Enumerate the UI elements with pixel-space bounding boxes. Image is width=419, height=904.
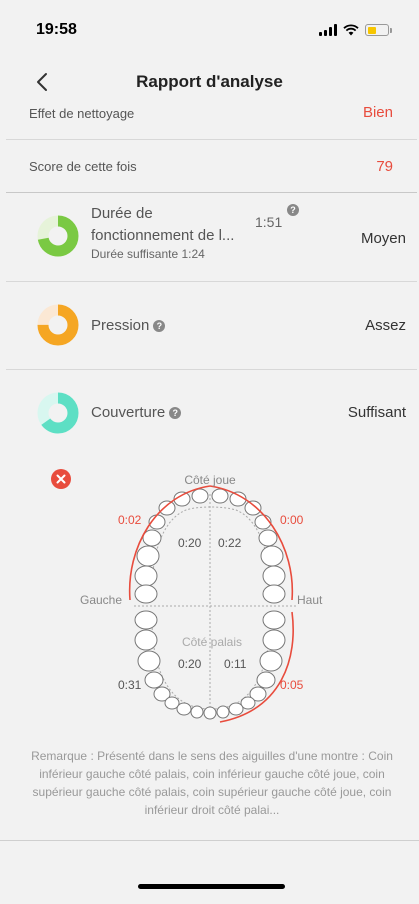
signal-icon [319,24,337,36]
diagram-label-right: Haut [297,593,323,607]
time-inner-top-left: 0:20 [178,536,202,550]
coverage-label-text: Couverture [91,404,166,421]
diagram-label-left: Gauche [80,593,122,607]
status-time: 19:58 [36,21,77,38]
cleaning-effect-row: Effet de nettoyage Bien [6,104,417,140]
page-title: Rapport d'analyse [136,72,283,91]
time-inner-top-right: 0:22 [218,536,242,550]
duration-time: 1:51 [255,214,283,230]
time-inner-bottom-left: 0:20 [178,657,202,671]
diagram-label-top: Côté joue [184,473,236,487]
time-outer-top-left: 0:02 [118,513,142,527]
coverage-help-icon[interactable]: ? [169,407,182,420]
score-value: 79 [376,157,393,175]
pressure-label-text: Pression [91,317,150,334]
chevron-left-icon [37,73,47,91]
duration-help-icon[interactable]: ? [287,204,299,216]
wifi-icon [343,24,359,36]
coverage-value: Suffisant [347,404,406,421]
teeth-diagram-panel: Côté joue Gauche Haut Côté palais 0:02 0… [6,458,417,840]
diagram-label-center: Côté palais [182,635,242,649]
coverage-label: Couverture? [91,404,182,421]
pressure-label: Pression? [91,317,166,334]
remark-text: Remarque : Présenté dans le sens des aig… [31,749,393,817]
home-indicator [138,884,285,889]
duration-label: Durée de fonctionnement de l... [91,205,235,244]
back-button[interactable] [28,68,56,96]
battery-icon [365,24,392,36]
time-outer-bottom-left: 0:31 [118,678,142,692]
bottom-bar [0,840,419,904]
time-outer-bottom-right: 0:05 [280,678,304,692]
coverage-donut-chart [37,392,79,434]
duration-value: Moyen [360,230,406,247]
status-icons [319,24,392,36]
status-bar: 19:58 [0,0,419,60]
nav-bar: Rapport d'analyse [0,60,419,104]
duration-donut-chart [37,215,79,257]
time-outer-top-right: 0:00 [280,513,304,527]
time-inner-bottom-right: 0:11 [224,657,247,671]
coverage-row[interactable]: Couverture? Suffisant [6,370,417,458]
score-row: Score de cette fois 79 [6,140,417,193]
cleaning-effect-label: Effet de nettoyage [29,106,135,121]
pressure-donut-chart [37,304,79,346]
teeth-diagram: Côté joue Gauche Haut Côté palais 0:02 0… [80,473,323,723]
cleaning-effect-value: Bien [362,104,393,121]
pressure-row[interactable]: Pression? Assez [6,282,417,370]
pressure-help-icon[interactable]: ? [153,320,166,333]
score-label: Score de cette fois [29,158,137,174]
duration-row[interactable]: Durée de fonctionnement de l... Durée su… [6,193,417,282]
duration-sub: Durée suffisante 1:24 [91,247,205,261]
pressure-value: Assez [365,317,406,334]
